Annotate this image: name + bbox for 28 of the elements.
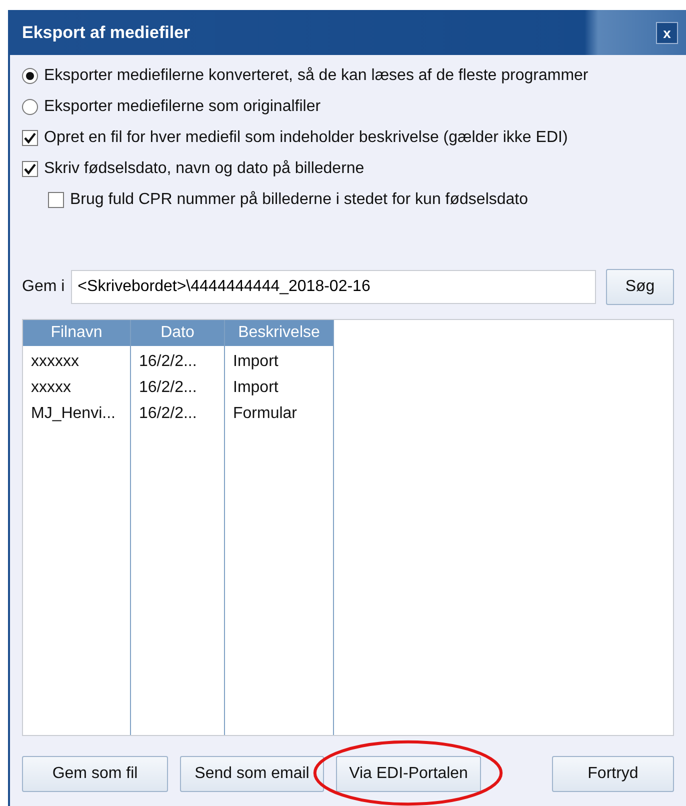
checkbox[interactable] (48, 192, 64, 208)
table-cell-text: 16/2/2... (138, 352, 198, 372)
table-cell-text: MJ_Henvi... (30, 404, 116, 424)
field-label: Gem i (22, 278, 65, 296)
browse-button[interactable]: Søg (606, 269, 674, 305)
dialog-button[interactable]: Via EDI-Portalen (336, 756, 481, 792)
checkbox[interactable] (22, 130, 38, 146)
close-button[interactable]: x (656, 22, 678, 44)
option-label: Brug fuld CPR nummer på billederne i stedet for kun fødselsdato (70, 191, 528, 209)
table-cell-text: 16/2/2... (138, 404, 198, 424)
radio-button[interactable] (22, 99, 38, 115)
table-cell-text: Import (232, 352, 280, 372)
option-label: Opret en fil for hver mediefil som indeholder beskrivelse (gælder ikke EDI) (44, 129, 568, 147)
radio-button[interactable] (22, 68, 38, 84)
table-cell-text: xxxxx (30, 378, 72, 398)
dialog-button[interactable]: Fortryd (552, 756, 674, 792)
table-cell-text: xxxxxx (30, 352, 80, 372)
dialog-button[interactable]: Send som email (180, 756, 324, 792)
option-label: Eksporter mediefilerne som originalfiler (44, 98, 321, 116)
table-cell-text: Import (232, 378, 280, 398)
window-title: Eksport af mediefiler (22, 22, 190, 42)
option-label: Skriv fødselsdato, navn og dato på billederne (44, 160, 364, 178)
table-cell-text: 16/2/2... (138, 378, 198, 398)
option-label: Eksporter mediefilerne konverteret, så de kan læses af de fleste programmer (44, 67, 588, 85)
path-field[interactable]: <Skrivebordet>\4444444444_2018-02-16 (70, 270, 596, 304)
dialog-button[interactable]: Gem som fil (22, 756, 168, 792)
checkbox[interactable] (22, 161, 38, 177)
table-cell-text: Formular (232, 404, 298, 424)
